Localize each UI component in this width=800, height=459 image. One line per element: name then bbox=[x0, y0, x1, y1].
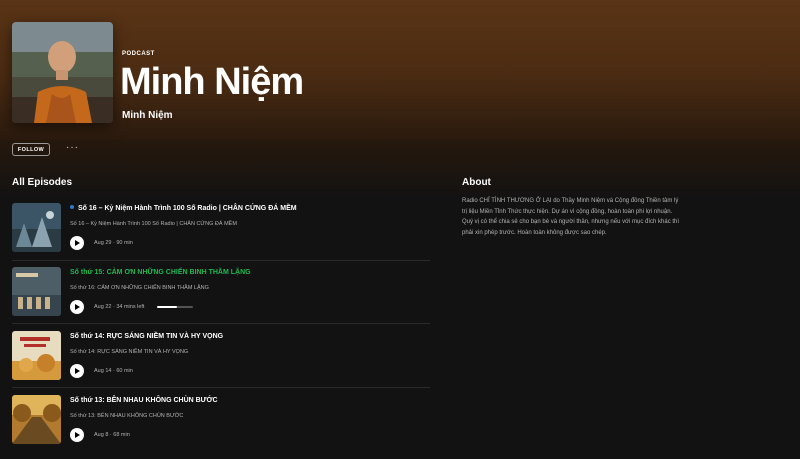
episode-progress-bar bbox=[157, 306, 193, 308]
episode-description: Số thứ 14: RỰC SÁNG NIỀM TIN VÀ HY VỌNG bbox=[70, 349, 189, 355]
episode-row[interactable]: Số 16 – Kỷ Niệm Hành Trình 100 Số Radio … bbox=[12, 203, 430, 267]
episode-row[interactable]: Số thứ 13: BÊN NHAU KHÔNG CHÙN BƯỚC Số t… bbox=[12, 395, 430, 459]
episode-meta: Aug 29 · 90 min bbox=[94, 240, 133, 246]
episode-description: Số thứ 13: BÊN NHAU KHÔNG CHÙN BƯỚC bbox=[70, 413, 184, 419]
play-button[interactable] bbox=[70, 364, 84, 378]
podcast-cover-image bbox=[12, 22, 113, 123]
follow-button[interactable]: FOLLOW bbox=[12, 143, 50, 156]
play-button[interactable] bbox=[70, 236, 84, 250]
podcast-author-link[interactable]: Minh Niệm bbox=[122, 110, 173, 121]
episode-title[interactable]: Số thứ 14: RỰC SÁNG NIỀM TIN VÀ HY VỌNG bbox=[70, 333, 223, 340]
episode-thumbnail bbox=[12, 331, 61, 380]
episode-description: Số 16 – Kỷ Niệm Hành Trình 100 Số Radio … bbox=[70, 221, 237, 227]
episode-meta: Aug 14 · 60 min bbox=[94, 368, 133, 374]
all-episodes-heading: All Episodes bbox=[12, 177, 73, 188]
episode-meta: Aug 8 · 68 min bbox=[94, 432, 130, 438]
play-button[interactable] bbox=[70, 300, 84, 314]
page-title: Minh Niệm bbox=[120, 61, 304, 103]
content-type-label: PODCAST bbox=[122, 51, 155, 57]
about-description: Radio CHỈ TÌNH THƯƠNG Ở LẠI do Thầy Minh… bbox=[462, 198, 680, 236]
episode-title[interactable]: Số thứ 15: CẢM ƠN NHỮNG CHIẾN BINH THẦM … bbox=[70, 269, 251, 276]
divider bbox=[12, 260, 430, 261]
new-episode-dot bbox=[70, 205, 74, 209]
more-options-icon[interactable]: ··· bbox=[66, 143, 79, 153]
divider bbox=[12, 323, 430, 324]
episode-row[interactable]: Số thứ 15: CẢM ƠN NHỮNG CHIẾN BINH THẦM … bbox=[12, 267, 430, 331]
episode-thumbnail bbox=[12, 395, 61, 444]
episode-title[interactable]: Số thứ 13: BÊN NHAU KHÔNG CHÙN BƯỚC bbox=[70, 397, 218, 404]
episode-description: Số thứ 16: CẢM ƠN NHỮNG CHIẾN BINH THẦM … bbox=[70, 285, 209, 291]
divider bbox=[12, 387, 430, 388]
episode-thumbnail bbox=[12, 203, 61, 252]
about-heading: About bbox=[462, 177, 491, 188]
header-fade bbox=[0, 140, 800, 200]
progress-fill bbox=[157, 306, 177, 308]
episode-thumbnail bbox=[12, 267, 61, 316]
play-button[interactable] bbox=[70, 428, 84, 442]
episode-row[interactable]: Số thứ 14: RỰC SÁNG NIỀM TIN VÀ HY VỌNG … bbox=[12, 331, 430, 395]
episode-title[interactable]: Số 16 – Kỷ Niệm Hành Trình 100 Số Radio … bbox=[70, 205, 297, 212]
episode-meta: Aug 22 · 34 mins left bbox=[94, 304, 145, 310]
